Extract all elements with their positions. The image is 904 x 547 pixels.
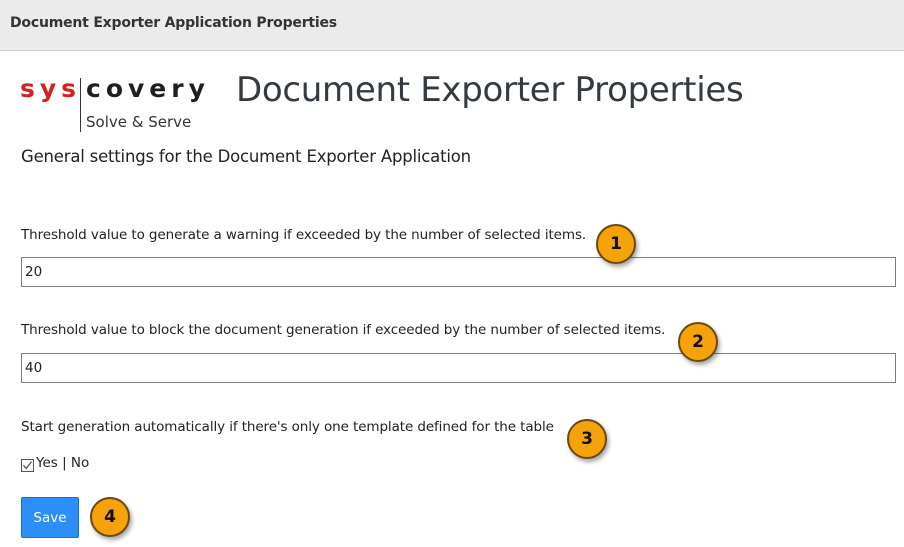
- syscovery-logo: sys covery Solve & Serve: [20, 74, 220, 132]
- warning-threshold-input[interactable]: [21, 257, 896, 287]
- window-title: Document Exporter Application Properties: [10, 15, 337, 31]
- callout-marker-3: 3: [567, 419, 607, 459]
- callout-marker-1: 1: [596, 224, 636, 264]
- logo-brand-sys: sys: [20, 74, 82, 103]
- logo-divider: [80, 78, 81, 132]
- auto-start-checkbox-label: Yes | No: [36, 455, 90, 471]
- block-threshold-label: Threshold value to block the document ge…: [21, 322, 666, 338]
- logo-tagline: Solve & Serve: [86, 113, 192, 131]
- auto-start-label: Start generation automatically if there'…: [21, 419, 554, 435]
- checkmark-icon: [23, 460, 32, 469]
- auto-start-checkbox[interactable]: [21, 458, 34, 472]
- block-threshold-input[interactable]: [21, 353, 896, 383]
- warning-threshold-label: Threshold value to generate a warning if…: [21, 227, 587, 243]
- window-titlebar: Document Exporter Application Properties: [0, 0, 904, 51]
- logo-brand-covery: covery: [86, 74, 210, 103]
- callout-marker-4: 4: [90, 497, 130, 537]
- auto-start-checkbox-row[interactable]: Yes | No: [21, 454, 89, 472]
- page-title: Document Exporter Properties: [236, 70, 744, 110]
- callout-marker-2: 2: [678, 322, 718, 362]
- save-button[interactable]: Save: [21, 497, 79, 538]
- page-subtitle: General settings for the Document Export…: [21, 147, 471, 166]
